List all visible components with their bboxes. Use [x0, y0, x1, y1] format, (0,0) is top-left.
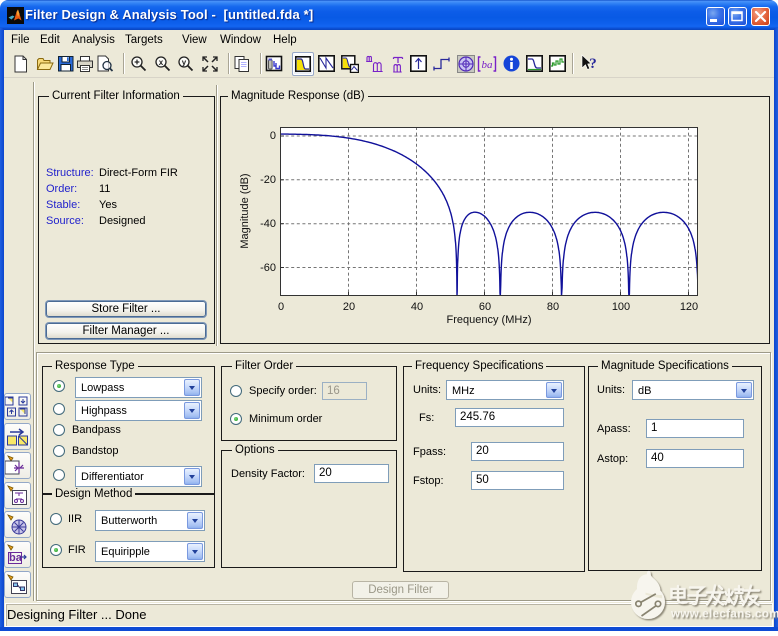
- svg-text:ba: ba: [482, 59, 494, 71]
- svg-text:?: ?: [589, 56, 597, 72]
- svg-text:www.elecfans.com: www.elecfans.com: [670, 609, 778, 621]
- svg-text:y: y: [182, 58, 187, 67]
- svg-text:x: x: [159, 58, 164, 67]
- svg-text:ba: ba: [9, 552, 23, 564]
